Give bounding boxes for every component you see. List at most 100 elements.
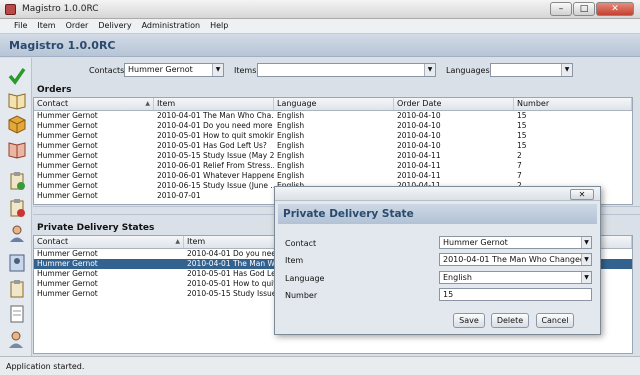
contact-select[interactable]: Hummer Gernot ▼ [439,236,592,249]
language-select[interactable]: English ▼ [439,271,592,284]
table-cell: 15 [517,141,527,150]
left-toolbar [0,58,32,356]
table-row[interactable]: Hummer Gernot 2010-04-01 Do you need more… [34,121,632,131]
table-cell: 2010-05-01 Has God Left Us? [157,141,267,150]
table-row[interactable]: Hummer Gernot 2010-05-01 Has God Left Us?… [34,141,632,151]
table-cell: 2010-07-01 [157,191,201,200]
table-cell: Hummer Gernot [37,191,98,200]
col-item[interactable]: Item [154,98,274,110]
table-row[interactable]: Hummer Gernot 2010-05-15 Study Issue (May… [34,151,632,161]
window-title: Magistro 1.0.0RC [22,4,99,14]
open-book-icon[interactable] [7,139,27,159]
table-row[interactable]: Hummer Gernot 2010-04-01 The Man Who Cha.… [34,111,632,121]
maximize-button[interactable]: □ [573,2,595,16]
col-language[interactable]: Language [274,98,394,110]
window-titlebar: Magistro 1.0.0RC – □ ✕ [0,0,640,19]
table-cell: 7 [517,161,522,170]
filter-bar: Contacts Hummer Gernot ▼ Items ▼ Languag… [33,58,640,84]
table-cell: 15 [517,121,527,130]
app-header: Magistro 1.0.0RC [0,34,640,57]
deliveries-title: Private Delivery States [37,223,155,233]
table-cell: 2010-06-15 Study Issue (June ... [157,181,274,190]
book-icon[interactable] [7,90,27,110]
items-label: Items [234,66,257,75]
delete-button[interactable]: Delete [491,313,529,328]
chevron-down-icon: ▼ [581,237,591,248]
table-cell: 2010-04-01 Do you need more t... [157,121,274,130]
table-cell: 2010-04-11 [397,151,441,160]
menu-administration[interactable]: Administration [142,19,201,33]
table-cell: Hummer Gernot [37,289,98,298]
document-icon[interactable] [7,304,27,324]
languages-combo[interactable]: ▼ [490,63,573,77]
dialog-header: Private Delivery State [278,204,597,224]
menu-item[interactable]: Item [37,19,55,33]
menu-help[interactable]: Help [210,19,228,33]
clipboard-remove-icon[interactable] [7,198,27,218]
chevron-down-icon: ▼ [581,272,591,283]
clipboard-add-icon[interactable] [7,171,27,191]
table-row[interactable]: Hummer Gernot 2010-06-01 Relief From Stre… [34,161,632,171]
clipboard-icon[interactable] [7,279,27,299]
table-cell: 2010-05-15 Study Issue (May 2... [157,151,274,160]
col-number[interactable]: Number [514,98,632,110]
user-settings-icon[interactable] [7,329,27,349]
table-cell: 2010-06-01 Relief From Stress... [157,161,274,170]
app-header-title: Magistro 1.0.0RC [9,39,116,52]
col-contact[interactable]: Contact ▲ [34,236,184,248]
table-cell: 2010-04-01 The Man Who Cha... [157,111,274,120]
dialog-close-button[interactable]: ✕ [570,189,594,200]
table-cell: English [277,111,305,120]
menu-order[interactable]: Order [66,19,89,33]
chevron-down-icon: ▼ [581,254,591,265]
table-cell: English [277,151,305,160]
table-cell: English [277,141,305,150]
save-button[interactable]: Save [453,313,485,328]
close-window-button[interactable]: ✕ [596,2,634,16]
table-cell: Hummer Gernot [37,141,98,150]
app-icon [5,4,16,15]
col-order-date[interactable]: Order Date [394,98,514,110]
status-text: Application started. [6,362,85,371]
status-bar: Application started. [0,356,640,375]
table-cell: Hummer Gernot [37,279,98,288]
table-cell: English [277,131,305,140]
dialog-title: Private Delivery State [283,208,414,220]
menu-delivery[interactable]: Delivery [98,19,131,33]
language-label: Language [285,274,325,283]
chevron-down-icon: ▼ [424,64,435,76]
address-book-icon[interactable] [7,253,27,273]
table-cell: English [277,121,305,130]
table-cell: Hummer Gernot [37,249,98,258]
table-cell: 2010-06-01 Whatever Happene... [157,171,274,180]
table-cell: Hummer Gernot [37,171,98,180]
col-contact[interactable]: Contact ▲ [34,98,154,110]
orders-title: Orders [37,85,72,95]
sort-up-icon: ▲ [145,100,150,107]
checkmark-icon[interactable] [7,66,27,86]
number-field[interactable]: 15 [439,288,592,301]
table-cell: 2010-04-11 [397,171,441,180]
minimize-button[interactable]: – [550,2,572,16]
contacts-combo[interactable]: Hummer Gernot ▼ [124,63,224,77]
cancel-button[interactable]: Cancel [536,313,574,328]
languages-label: Languages [446,66,490,75]
sort-up-icon: ▲ [175,238,180,245]
user-icon[interactable] [7,223,27,243]
table-cell: Hummer Gernot [37,181,98,190]
table-row[interactable]: Hummer Gernot 2010-05-01 How to quit smok… [34,131,632,141]
table-row[interactable]: Hummer Gernot 2010-06-01 Whatever Happene… [34,171,632,181]
items-combo[interactable]: ▼ [257,63,436,77]
table-cell: 2010-04-10 [397,131,441,140]
package-icon[interactable] [7,114,27,134]
contacts-label: Contacts [89,66,125,75]
table-cell: English [277,161,305,170]
private-delivery-dialog: ✕ Private Delivery State Contact Hummer … [274,186,601,335]
table-cell: 7 [517,171,522,180]
menu-bar: File Item Order Delivery Administration … [0,19,640,34]
table-cell: Hummer Gernot [37,121,98,130]
menu-file[interactable]: File [14,19,27,33]
table-cell: 2010-04-10 [397,111,441,120]
item-select[interactable]: 2010-04-01 The Man Who Changed T... ▼ [439,253,592,266]
table-cell: Hummer Gernot [37,259,98,268]
